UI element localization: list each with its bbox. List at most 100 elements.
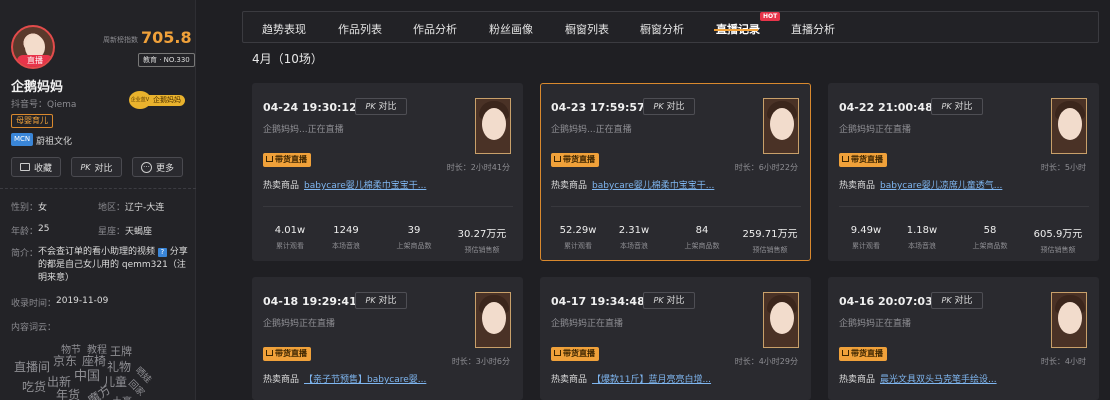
hot-product-link[interactable]: babycare婴儿棉柔巾宝宝干... (592, 178, 714, 191)
tab-bar: 趋势表现 作品列表 作品分析 粉丝画像 橱窗列表 橱窗分析 直播记录 直播分析 (242, 11, 1099, 43)
blue-v-seal-icon: 企业蓝V (129, 91, 151, 109)
stat-value: 1.18w (906, 225, 938, 236)
live-cover-image[interactable] (763, 98, 799, 154)
tab-live-analysis[interactable]: 直播分析 (791, 21, 835, 37)
douyin-id: 抖音号：Qiema (11, 100, 77, 110)
stat-0: 9.49w 累计观看 (834, 225, 898, 251)
session-status: 企鹅妈妈正在直播 (263, 319, 336, 329)
cart-icon (842, 156, 849, 162)
stat-value: 58 (983, 225, 997, 236)
goods-live-tag: 带货直播 (263, 153, 311, 167)
pk-compare-button[interactable]: PK 对比 (355, 292, 407, 309)
live-cover-image[interactable] (475, 292, 511, 348)
category-tag[interactable]: 母婴育儿 (11, 114, 53, 128)
tab-works-list[interactable]: 作品列表 (338, 21, 382, 37)
pk-compare-button[interactable]: PK 对比 (931, 98, 983, 115)
stat-1: 1.18w 本场音浪 (890, 225, 954, 251)
index-label: 周新榜指数 (103, 36, 138, 44)
tab-trend[interactable]: 趋势表现 (262, 21, 306, 37)
session-time: 04-18 19:29:41 (263, 295, 357, 308)
live-cover-image[interactable] (1051, 98, 1087, 154)
area-value: 辽宁-大连 (125, 203, 165, 213)
stat-3: 259.71万元 预估销售额 (738, 225, 802, 255)
live-session-card[interactable]: 04-17 19:34:48 PK 对比 企鹅妈妈正在直播 带货直播 时长：4小… (540, 277, 811, 400)
session-time: 04-22 21:00:48 (839, 101, 933, 114)
hot-product-link[interactable]: 晨光文具双头马克笔手绘设... (880, 372, 997, 385)
stat-label: 预估销售额 (752, 246, 788, 254)
session-duration: 时长：6小时22分 (734, 163, 798, 172)
session-time: 04-23 17:59:57 (551, 101, 645, 114)
hot-product-link[interactable]: 【爆款11斤】蓝月亮亮白增... (592, 372, 711, 385)
live-session-card[interactable]: 04-16 20:07:03 PK 对比 企鹅妈妈正在直播 带货直播 时长：4小… (828, 277, 1099, 400)
hot-product-label: 热卖商品 (263, 181, 300, 191)
pk-icon: PK (80, 162, 91, 172)
live-session-card[interactable]: 04-18 19:29:41 PK 对比 企鹅妈妈正在直播 带货直播 时长：3小… (252, 277, 523, 400)
hot-product-link[interactable]: 【亲子节预售】babycare婴... (304, 372, 426, 385)
live-session-card[interactable]: 04-24 19:30:12 PK 对比 企鹅妈妈...正在直播 带货直播 时长… (252, 83, 523, 261)
pk-label: 对比 (666, 102, 685, 112)
pk-label: 对比 (954, 102, 973, 112)
session-duration: 时长：5小时 (1040, 163, 1086, 172)
pk-label: 对比 (94, 163, 113, 174)
goods-tag-label: 带货直播 (563, 349, 595, 358)
tab-works-analysis[interactable]: 作品分析 (413, 21, 457, 37)
hot-product-link[interactable]: babycare婴儿棉柔巾宝宝干... (304, 178, 426, 191)
pk-icon: PK (365, 296, 376, 305)
stat-3: 30.27万元 预估销售额 (450, 225, 514, 255)
more-button[interactable]: ··· 更多 (132, 157, 183, 177)
live-session-card[interactable]: 04-23 17:59:57 PK 对比 企鹅妈妈...正在直播 带货直播 时长… (540, 83, 811, 261)
hot-product-label: 热卖商品 (551, 181, 588, 191)
date-key: 收录时间： (11, 299, 57, 309)
stat-label: 预估销售额 (1040, 246, 1076, 254)
card-divider (551, 206, 801, 207)
stat-label: 累计观看 (852, 242, 880, 250)
stat-2: 58 上架商品数 (958, 225, 1022, 251)
session-time: 04-24 19:30:12 (263, 101, 357, 114)
stat-label: 本场音浪 (620, 242, 648, 250)
rank-badge: 教育 · NO.330 (138, 53, 195, 67)
hot-badge: HOT (760, 12, 781, 21)
month-title: 4月（10场） (252, 52, 323, 66)
pk-compare-button[interactable]: PK 对比 (643, 98, 695, 115)
pk-compare-button[interactable]: PK 对比 (931, 292, 983, 309)
card-divider (839, 206, 1089, 207)
session-status: 企鹅妈妈正在直播 (839, 319, 912, 329)
word-cloud-term: 直播间 (14, 360, 51, 374)
pk-icon: PK (941, 296, 952, 305)
date-value: 2019-11-09 (56, 296, 109, 306)
bio-key: 简介： (11, 249, 39, 259)
cart-icon (266, 350, 273, 356)
live-cover-image[interactable] (1051, 292, 1087, 348)
pk-label: 对比 (954, 296, 973, 306)
pk-icon: PK (941, 102, 952, 111)
goods-live-tag: 带货直播 (263, 347, 311, 361)
avatar[interactable]: 直播 (11, 25, 55, 69)
hot-product-link[interactable]: babycare婴儿凉席儿童透气... (880, 178, 1002, 191)
hot-product-label: 热卖商品 (551, 375, 588, 385)
tab-showcase-list[interactable]: 橱窗列表 (565, 21, 609, 37)
hot-product-label: 热卖商品 (839, 375, 876, 385)
pk-label: 对比 (378, 296, 397, 306)
mcn-name[interactable]: 蔚祖文化 (36, 134, 72, 147)
session-status: 企鹅妈妈...正在直播 (263, 125, 344, 135)
gender-value: 女 (38, 203, 48, 213)
tab-fans-portrait[interactable]: 粉丝画像 (489, 21, 533, 37)
favorite-button[interactable]: 收藏 (11, 157, 61, 177)
stat-0: 52.29w 累计观看 (546, 225, 610, 251)
stat-value: 39 (407, 225, 421, 236)
live-cover-image[interactable] (763, 292, 799, 348)
pk-label: 对比 (666, 296, 685, 306)
goods-live-tag: 带货直播 (551, 153, 599, 167)
divider (0, 188, 196, 189)
more-dots-icon: ··· (140, 161, 152, 173)
pk-compare-button[interactable]: PK 对比 (643, 292, 695, 309)
tab-showcase-analysis[interactable]: 橱窗分析 (640, 21, 684, 37)
live-cover-image[interactable] (475, 98, 511, 154)
session-status: 企鹅妈妈正在直播 (839, 125, 912, 135)
pk-compare-button[interactable]: PK 对比 (355, 98, 407, 115)
nickname: 企鹅妈妈 (11, 80, 64, 95)
live-session-card[interactable]: 04-22 21:00:48 PK 对比 企鹅妈妈正在直播 带货直播 时长：5小… (828, 83, 1099, 261)
word-cloud-term: 年货 (56, 388, 81, 400)
card-divider (263, 206, 513, 207)
pk-compare-button[interactable]: PK 对比 (71, 157, 122, 177)
